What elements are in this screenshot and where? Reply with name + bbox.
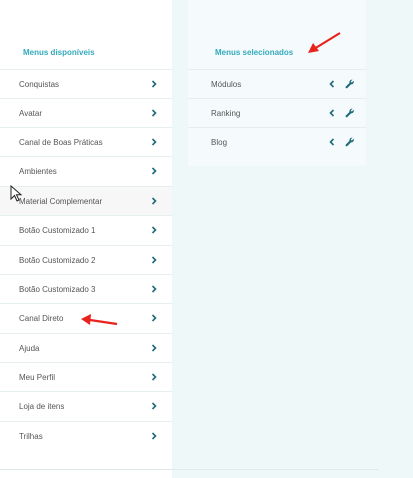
item-label: Canal de Boas Práticas [19,137,103,147]
available-item-avatar[interactable]: Avatar [0,98,172,127]
item-label: Módulos [211,79,242,89]
item-label: Meu Perfil [19,372,56,382]
available-item-botao-customizado-1[interactable]: Botão Customizado 1 [0,215,172,244]
divider [0,469,378,470]
red-arrow-annotation [81,314,118,326]
item-label: Material Complementar [19,196,103,206]
item-label: Botão Customizado 1 [19,225,96,235]
available-item-canal-boas-praticas[interactable]: Canal de Boas Práticas [0,127,172,156]
red-arrow-annotation [308,32,341,53]
item-label: Botão Customizado 3 [19,284,96,294]
item-label: Trilhas [19,431,43,441]
selected-item-modulos[interactable]: Módulos [188,69,366,98]
available-item-botao-customizado-2[interactable]: Botão Customizado 2 [0,245,172,274]
chevron-right-icon[interactable] [149,343,159,353]
available-item-ajuda[interactable]: Ajuda [0,333,172,362]
item-label: Botão Customizado 2 [19,255,96,265]
item-label: Conquistas [19,79,60,89]
item-label: Ajuda [19,343,40,353]
selected-item-blog[interactable]: Blog [188,127,366,156]
available-item-meu-perfil[interactable]: Meu Perfil [0,362,172,391]
available-item-trilhas[interactable]: Trilhas [0,421,172,450]
available-item-ambientes[interactable]: Ambientes [0,156,172,185]
chevron-right-icon[interactable] [149,431,159,441]
available-item-material-complementar[interactable]: Material Complementar [0,186,172,215]
available-item-loja-de-itens[interactable]: Loja de itens [0,391,172,420]
selected-item-ranking[interactable]: Ranking [188,98,366,127]
wrench-icon[interactable] [345,108,355,118]
chevron-right-icon[interactable] [149,372,159,382]
chevron-right-icon[interactable] [149,196,159,206]
chevron-right-icon[interactable] [149,166,159,176]
wrench-icon[interactable] [345,137,355,147]
chevron-right-icon[interactable] [149,255,159,265]
chevron-right-icon[interactable] [149,225,159,235]
chevron-right-icon[interactable] [149,79,159,89]
available-item-botao-customizado-3[interactable]: Botão Customizado 3 [0,274,172,303]
chevron-left-icon[interactable] [327,137,337,147]
selected-menus-title: Menus selecionados [215,48,294,57]
chevron-right-icon[interactable] [149,401,159,411]
mouse-pointer-icon [10,185,23,202]
item-label: Blog [211,137,228,147]
chevron-right-icon[interactable] [149,108,159,118]
available-menus-title: Menus disponíveis [23,48,95,57]
chevron-left-icon[interactable] [327,79,337,89]
chevron-right-icon[interactable] [149,137,159,147]
chevron-right-icon[interactable] [149,313,159,323]
item-label: Loja de itens [19,401,65,411]
wrench-icon[interactable] [345,79,355,89]
chevron-left-icon[interactable] [327,108,337,118]
available-item-conquistas[interactable]: Conquistas [0,69,172,98]
item-label: Ranking [211,108,241,118]
chevron-right-icon[interactable] [149,284,159,294]
item-label: Ambientes [19,166,57,176]
item-label: Avatar [19,108,42,118]
